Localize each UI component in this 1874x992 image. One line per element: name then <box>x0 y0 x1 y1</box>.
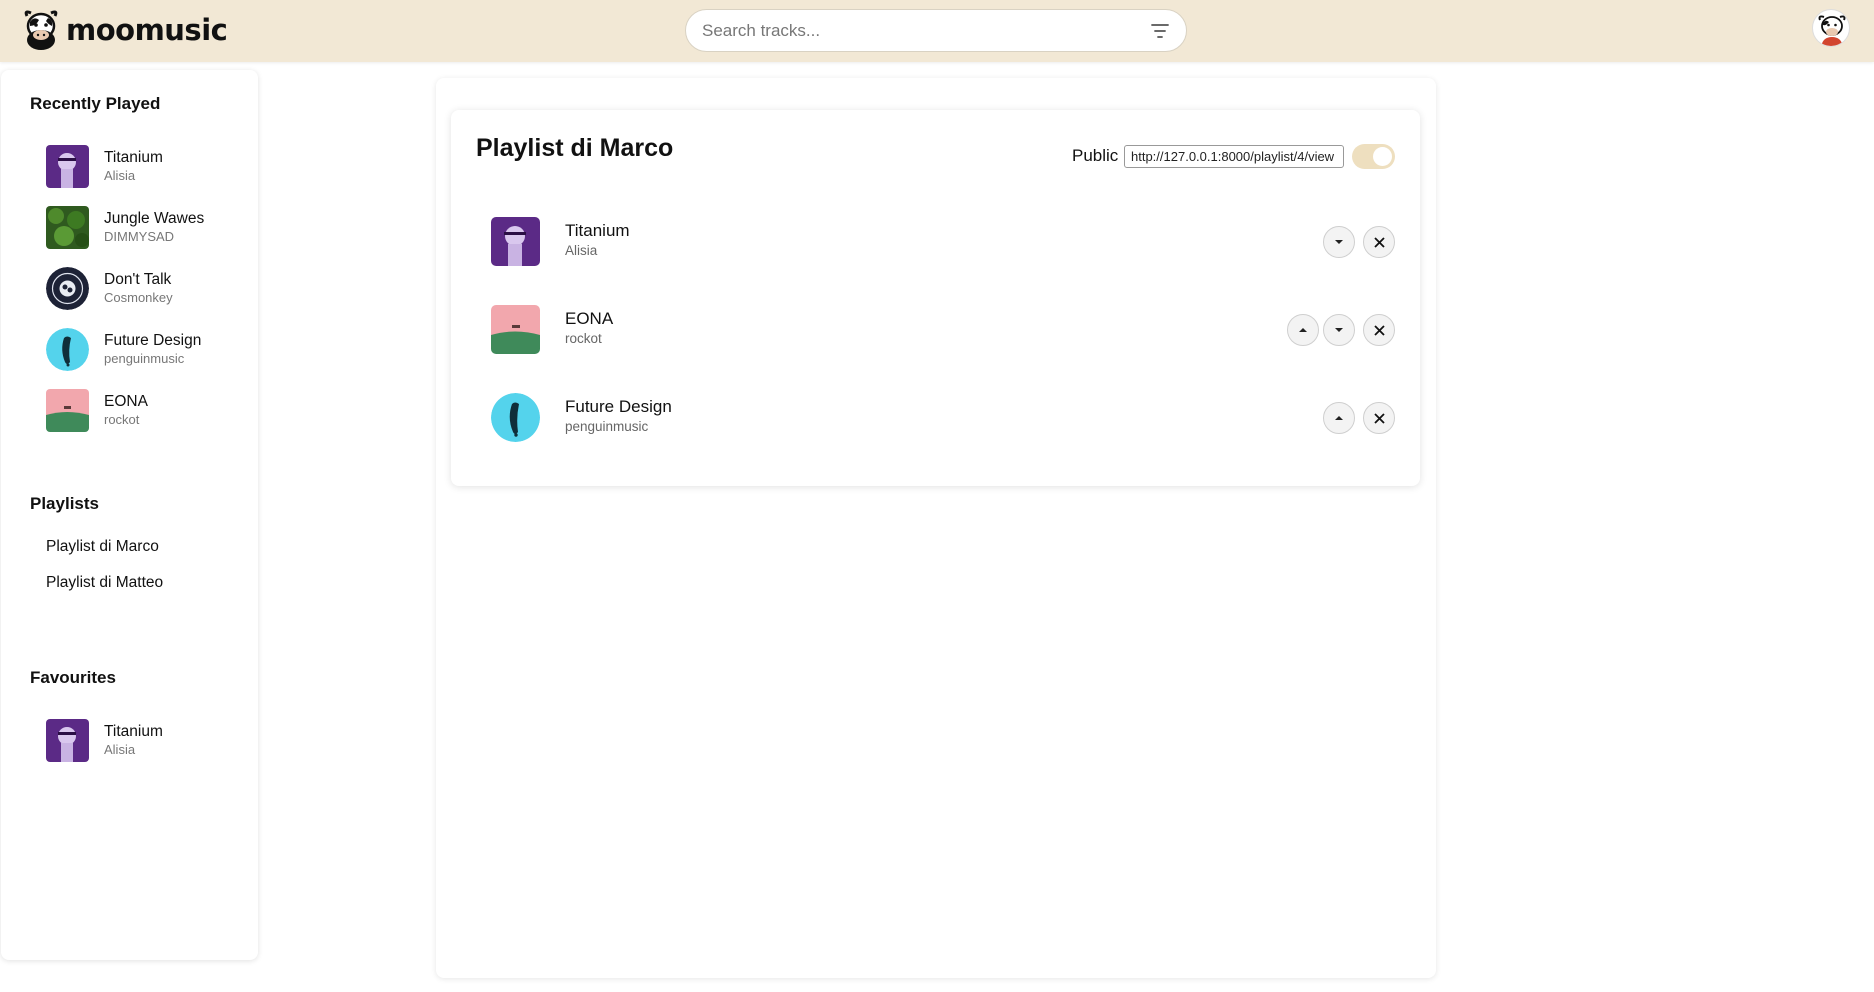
track-title: EONA <box>565 309 614 328</box>
album-art-eona <box>491 305 540 354</box>
chevron-up-icon <box>1299 328 1307 332</box>
move-down-button[interactable] <box>1323 314 1355 346</box>
playlist-title: Playlist di Marco <box>476 134 674 162</box>
share-url-field[interactable] <box>1124 145 1344 168</box>
playlist-track-row[interactable]: Titanium Alisia <box>491 217 1396 267</box>
album-art-future-design <box>46 327 89 371</box>
user-avatar[interactable] <box>1812 9 1850 47</box>
album-art-titanium <box>46 144 89 188</box>
track-artist: rockot <box>565 331 602 346</box>
favourites-heading: Favourites <box>30 668 116 687</box>
remove-track-button[interactable] <box>1363 314 1395 346</box>
recent-track[interactable]: Future Design penguinmusic <box>46 327 246 371</box>
sidebar-playlist-link[interactable]: Playlist di Marco <box>46 538 159 556</box>
track-artist: Alisia <box>565 243 598 258</box>
logo-text: moomusic <box>66 13 228 47</box>
track-artist: penguinmusic <box>565 419 649 434</box>
cow-logo-icon <box>24 10 58 50</box>
track-artist: Alisia <box>104 168 136 183</box>
track-title: Titanium <box>104 723 163 740</box>
search-bar <box>685 9 1187 52</box>
favourite-track[interactable]: Titanium Alisia <box>46 718 246 762</box>
remove-track-button[interactable] <box>1363 402 1395 434</box>
track-title: Future Design <box>565 397 672 416</box>
album-art-jungle-wawes <box>46 205 89 249</box>
chevron-up-icon <box>1335 416 1343 420</box>
track-artist: rockot <box>104 412 140 427</box>
album-art-titanium <box>46 718 89 762</box>
track-artist: Cosmonkey <box>104 290 173 305</box>
album-art-future-design <box>491 393 540 442</box>
track-artist: Alisia <box>104 742 136 757</box>
move-up-button[interactable] <box>1323 402 1355 434</box>
close-icon <box>1373 412 1385 424</box>
search-input[interactable] <box>702 20 1122 42</box>
track-artist: DIMMYSAD <box>104 229 175 244</box>
track-artist: penguinmusic <box>104 351 185 366</box>
playlist-track-row[interactable]: Future Design penguinmusic <box>491 393 1396 443</box>
sidebar: Recently Played Titanium Alisia Jungle W… <box>1 70 258 960</box>
track-title: Titanium <box>104 149 163 166</box>
recent-track[interactable]: Don't Talk Cosmonkey <box>46 266 246 310</box>
track-title: Don't Talk <box>104 271 172 288</box>
track-title: Titanium <box>565 221 630 240</box>
toggle-knob <box>1373 147 1392 166</box>
album-art-eona <box>46 388 89 432</box>
playlist-track-row[interactable]: EONA rockot <box>491 305 1396 355</box>
album-art-dont-talk <box>46 266 89 310</box>
public-label: Public <box>1072 146 1119 165</box>
track-title: Jungle Wawes <box>104 210 205 227</box>
close-icon <box>1373 324 1385 336</box>
album-art-titanium <box>491 217 540 266</box>
playlists-heading: Playlists <box>30 494 99 513</box>
move-down-button[interactable] <box>1323 226 1355 258</box>
chevron-down-icon <box>1335 240 1343 244</box>
move-up-button[interactable] <box>1287 314 1319 346</box>
filter-icon[interactable] <box>1150 22 1170 40</box>
public-toggle[interactable] <box>1352 144 1395 169</box>
user-avatar-icon <box>1818 15 1846 46</box>
track-title: Future Design <box>104 332 202 349</box>
close-icon <box>1373 236 1385 248</box>
sidebar-playlist-link[interactable]: Playlist di Matteo <box>46 574 163 592</box>
top-header: moomusic <box>0 0 1874 62</box>
remove-track-button[interactable] <box>1363 226 1395 258</box>
recent-track[interactable]: Jungle Wawes DIMMYSAD <box>46 205 246 249</box>
recently-played-heading: Recently Played <box>30 94 161 113</box>
chevron-down-icon <box>1335 328 1343 332</box>
logo[interactable]: moomusic <box>22 8 228 52</box>
track-title: EONA <box>104 393 148 410</box>
recent-track[interactable]: Titanium Alisia <box>46 144 246 188</box>
recent-track[interactable]: EONA rockot <box>46 388 246 432</box>
